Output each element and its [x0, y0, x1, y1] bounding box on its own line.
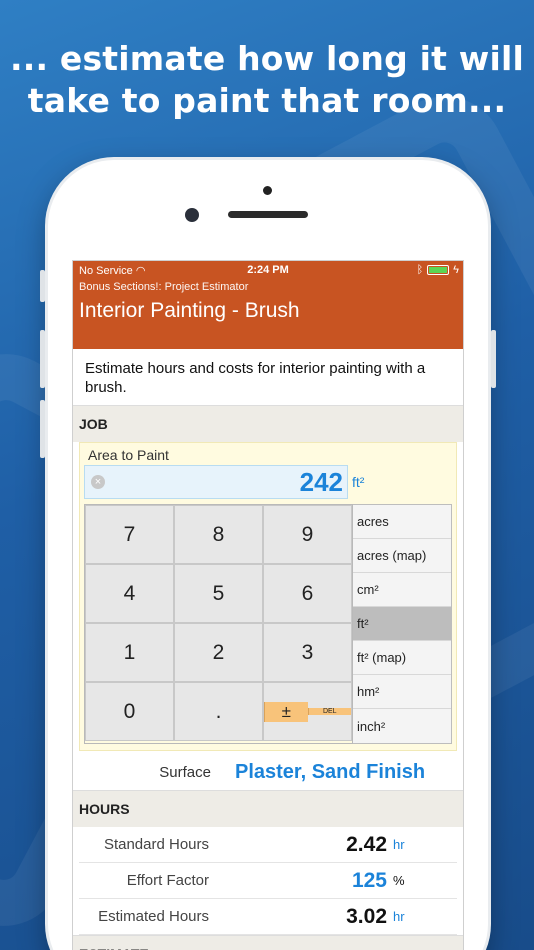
unit-option[interactable]: hm² — [353, 675, 451, 709]
breadcrumb[interactable]: Bonus Sections!: Project Estimator — [73, 279, 463, 293]
area-input-row: × 242 ft² — [84, 465, 452, 499]
calculator: 7 8 9 4 5 6 1 2 3 0 . ± DEL acres acres … — [84, 504, 452, 744]
key-4[interactable]: 4 — [85, 564, 174, 623]
estimated-hours-value: 3.02 — [346, 904, 387, 928]
app-screen: No Service ◠ 2:24 PM ᛒ ϟ Bonus Sections!… — [72, 260, 464, 950]
unit-option[interactable]: ft² (map) — [353, 641, 451, 675]
estimated-hours-label: Estimated Hours — [98, 908, 209, 925]
surface-label: Surface — [159, 764, 211, 781]
key-2[interactable]: 2 — [174, 623, 263, 682]
standard-hours-row: Standard Hours 2.42 hr — [79, 827, 457, 863]
area-input[interactable]: × 242 — [84, 465, 348, 499]
page-description: Estimate hours and costs for interior pa… — [85, 360, 426, 396]
earpiece-speaker — [228, 211, 308, 218]
estimated-hours-unit: hr — [393, 909, 405, 924]
effort-factor-row[interactable]: Effort Factor 125 % — [79, 863, 457, 899]
key-6[interactable]: 6 — [263, 564, 352, 623]
front-camera — [185, 208, 199, 222]
section-header-hours: HOURS — [73, 790, 463, 827]
effort-factor-unit: % — [393, 873, 405, 888]
app-header: No Service ◠ 2:24 PM ᛒ ϟ Bonus Sections!… — [73, 261, 463, 349]
key-0[interactable]: 0 — [85, 682, 174, 741]
standard-hours-value: 2.42 — [346, 832, 387, 856]
key-1[interactable]: 1 — [85, 623, 174, 682]
battery-icon — [427, 265, 450, 275]
phone-side-button — [491, 330, 496, 388]
area-entry-panel: Area to Paint × 242 ft² 7 8 9 4 5 6 1 2 — [79, 442, 457, 751]
estimated-hours-row: Estimated Hours 3.02 hr — [79, 899, 457, 935]
status-bar: No Service ◠ 2:24 PM ᛒ ϟ — [73, 261, 463, 279]
effort-factor-value[interactable]: 125 — [209, 869, 387, 893]
unit-option[interactable]: cm² — [353, 573, 451, 607]
key-9[interactable]: 9 — [263, 505, 352, 564]
area-unit: ft² — [352, 474, 365, 490]
unit-option[interactable]: inch² — [353, 709, 451, 743]
phone-side-button — [40, 400, 45, 458]
delete-key[interactable]: DEL — [307, 708, 351, 715]
status-right: ᛒ ϟ — [417, 264, 459, 276]
key-8[interactable]: 8 — [174, 505, 263, 564]
key-5[interactable]: 5 — [174, 564, 263, 623]
page-title: Interior Painting - Brush — [79, 299, 300, 322]
status-time: 2:24 PM — [247, 264, 289, 276]
key-3[interactable]: 3 — [263, 623, 352, 682]
standard-hours-label: Standard Hours — [103, 836, 209, 853]
proximity-sensor — [263, 186, 272, 195]
unit-option-selected[interactable]: ft² — [353, 607, 451, 641]
clear-icon[interactable]: × — [91, 475, 105, 489]
plus-minus-key[interactable]: ± — [264, 701, 308, 722]
surface-row[interactable]: Surface Plaster, Sand Finish — [73, 751, 463, 790]
section-header-estimate: ESTIMATE — [73, 935, 463, 950]
key-7[interactable]: 7 — [85, 505, 174, 564]
key-group: ± DEL — [263, 682, 352, 741]
area-value: 242 — [299, 466, 343, 497]
surface-value[interactable]: Plaster, Sand Finish — [235, 761, 425, 784]
numeric-keypad: 7 8 9 4 5 6 1 2 3 0 . ± DEL — [84, 504, 353, 744]
phone-side-button — [40, 270, 45, 302]
standard-hours-unit: hr — [393, 837, 405, 852]
unit-option[interactable]: acres — [353, 505, 451, 539]
section-header-job: JOB — [73, 405, 463, 442]
charging-icon: ϟ — [453, 264, 459, 276]
area-label: Area to Paint — [88, 447, 169, 463]
unit-picker: acres acres (map) cm² ft² ft² (map) hm² … — [353, 504, 452, 744]
bluetooth-icon: ᛒ — [416, 264, 424, 276]
phone-frame: No Service ◠ 2:24 PM ᛒ ϟ Bonus Sections!… — [40, 160, 496, 950]
key-decimal[interactable]: . — [174, 682, 263, 741]
phone-side-button — [40, 330, 45, 388]
effort-factor-label: Effort Factor — [126, 872, 209, 889]
headline: ... estimate how long it will take to pa… — [9, 39, 525, 120]
unit-option[interactable]: acres (map) — [353, 539, 451, 573]
